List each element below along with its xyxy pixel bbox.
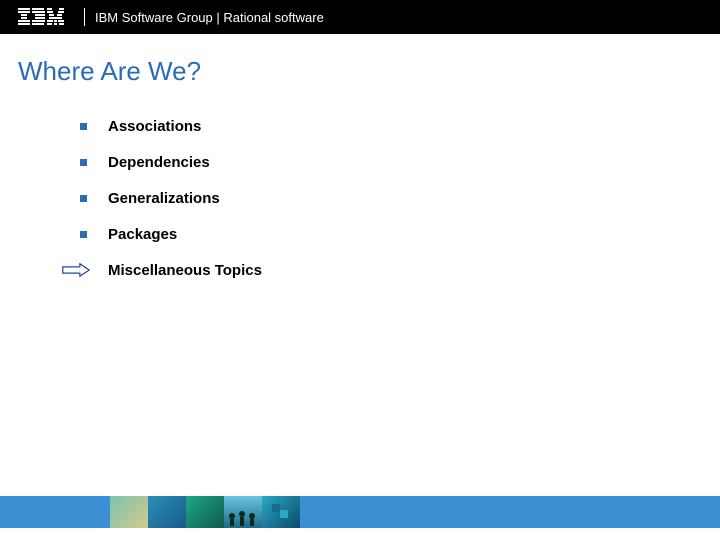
bullet-list: Associations Dependencies Generalization… [0, 105, 720, 281]
ibm-logo [18, 8, 64, 26]
footer-decorative-image [110, 496, 148, 528]
footer-decorative-image [148, 496, 186, 528]
list-item-label: Dependencies [108, 154, 210, 171]
list-item: Dependencies [80, 151, 720, 173]
square-bullet-icon [80, 195, 108, 202]
footer-decorative-image [186, 496, 224, 528]
header-divider [84, 8, 85, 26]
title-area: Where Are We? [0, 34, 720, 105]
list-item-label: Packages [108, 226, 177, 243]
list-item-label: Miscellaneous Topics [108, 262, 262, 279]
footer-band [0, 496, 720, 528]
square-bullet-icon [80, 159, 108, 166]
arrow-right-icon [62, 262, 90, 278]
header-bar: IBM Software Group | Rational software [0, 0, 720, 34]
list-item: Packages [80, 223, 720, 245]
page-title: Where Are We? [18, 56, 720, 87]
square-bullet-icon [80, 123, 108, 130]
footer-left-band [0, 496, 110, 528]
footer-image-strip [110, 496, 300, 528]
list-item: Associations [80, 115, 720, 137]
list-item: Generalizations [80, 187, 720, 209]
square-bullet-icon [80, 231, 108, 238]
footer-right-band [300, 496, 720, 528]
footer-decorative-image [262, 496, 300, 528]
header-text: IBM Software Group | Rational software [95, 10, 324, 25]
list-item-label: Associations [108, 118, 201, 135]
footer-decorative-image [224, 496, 262, 528]
list-item-current: Miscellaneous Topics [80, 259, 720, 281]
list-item-label: Generalizations [108, 190, 220, 207]
